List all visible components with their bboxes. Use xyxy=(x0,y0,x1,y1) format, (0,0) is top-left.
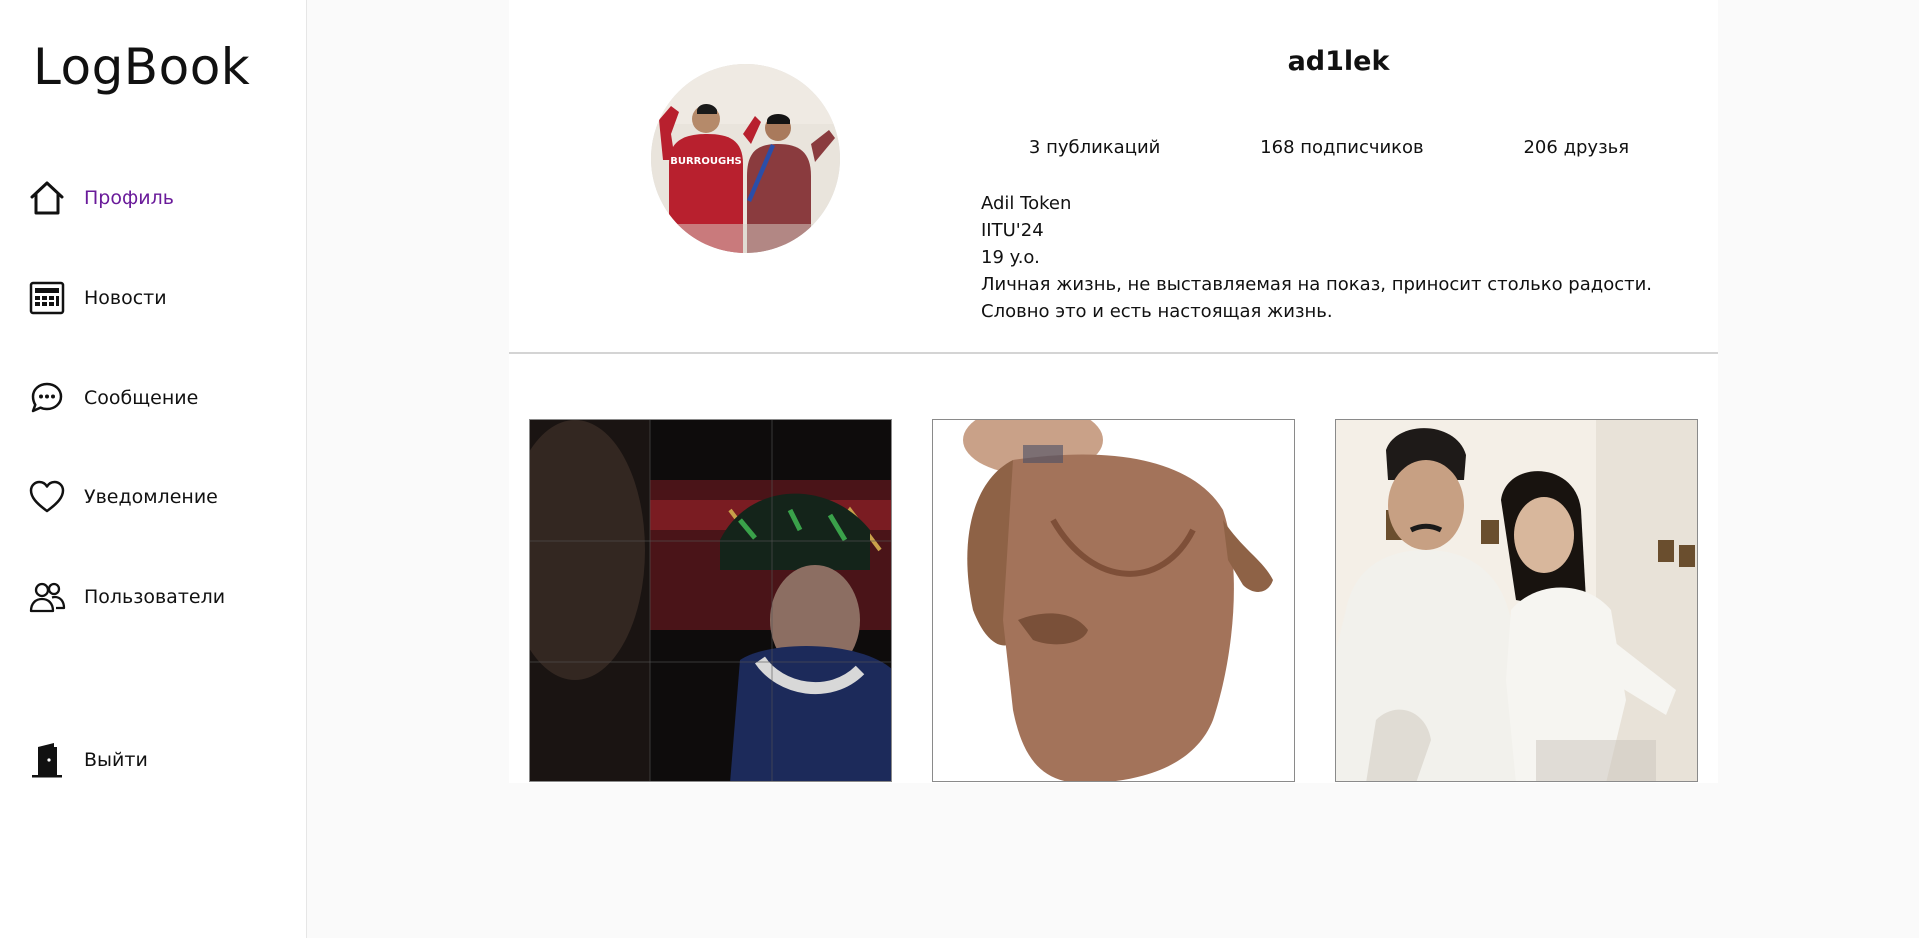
newspaper-icon xyxy=(27,278,67,318)
profile-header: BURROUGHS ad1lek 3 публикаций 168 подпис… xyxy=(509,0,1718,354)
sidebar-item-messages[interactable]: Сообщение xyxy=(27,376,198,420)
sidebar-item-users[interactable]: Пользователи xyxy=(27,575,225,619)
door-icon xyxy=(27,740,67,780)
sidebar-item-label: Выйти xyxy=(84,749,148,771)
bio-line: Личная жизнь, не выставляемая на показ, … xyxy=(981,274,1653,322)
sidebar-item-label: Уведомление xyxy=(84,486,218,508)
post-thumbnail[interactable] xyxy=(1335,419,1698,782)
followers-count[interactable]: 168 подписчиков xyxy=(1260,137,1424,158)
home-icon xyxy=(27,178,67,218)
sidebar-item-label: Сообщение xyxy=(84,387,199,409)
app-logo[interactable]: LogBook xyxy=(33,38,250,96)
sidebar-item-notifications[interactable]: Уведомление xyxy=(27,475,218,519)
profile-stats: 3 публикаций 168 подписчиков 206 друзья xyxy=(979,137,1679,158)
svg-text:BURROUGHS: BURROUGHS xyxy=(670,156,742,167)
sidebar-item-label: Профиль xyxy=(84,187,174,209)
post-thumbnail[interactable] xyxy=(932,419,1295,782)
sidebar-item-logout[interactable]: Выйти xyxy=(27,738,148,782)
sidebar-item-profile[interactable]: Профиль xyxy=(27,176,174,220)
sidebar-item-label: Пользователи xyxy=(84,586,226,608)
post-thumbnail[interactable] xyxy=(529,419,892,782)
bio-line: 19 y.o. xyxy=(981,247,1040,268)
sidebar-item-label: Новости xyxy=(84,287,167,309)
profile-bio: Adil Token IITU'24 19 y.o. Личная жизнь,… xyxy=(981,190,1701,325)
sidebar: LogBook Профиль Новости Сообщение Уведом… xyxy=(0,0,307,938)
heart-icon xyxy=(27,477,67,517)
sidebar-item-news[interactable]: Новости xyxy=(27,276,167,320)
profile-username: ad1lek xyxy=(1287,46,1390,77)
chat-bubble-icon xyxy=(27,378,67,418)
bio-line: IITU'24 xyxy=(981,220,1044,241)
bio-name: Adil Token xyxy=(981,193,1072,214)
posts-count[interactable]: 3 публикаций xyxy=(1029,137,1160,158)
friends-count[interactable]: 206 друзья xyxy=(1523,137,1629,158)
avatar[interactable]: BURROUGHS xyxy=(651,64,840,253)
users-icon xyxy=(27,577,67,617)
profile-main: BURROUGHS ad1lek 3 публикаций 168 подпис… xyxy=(509,0,1718,783)
